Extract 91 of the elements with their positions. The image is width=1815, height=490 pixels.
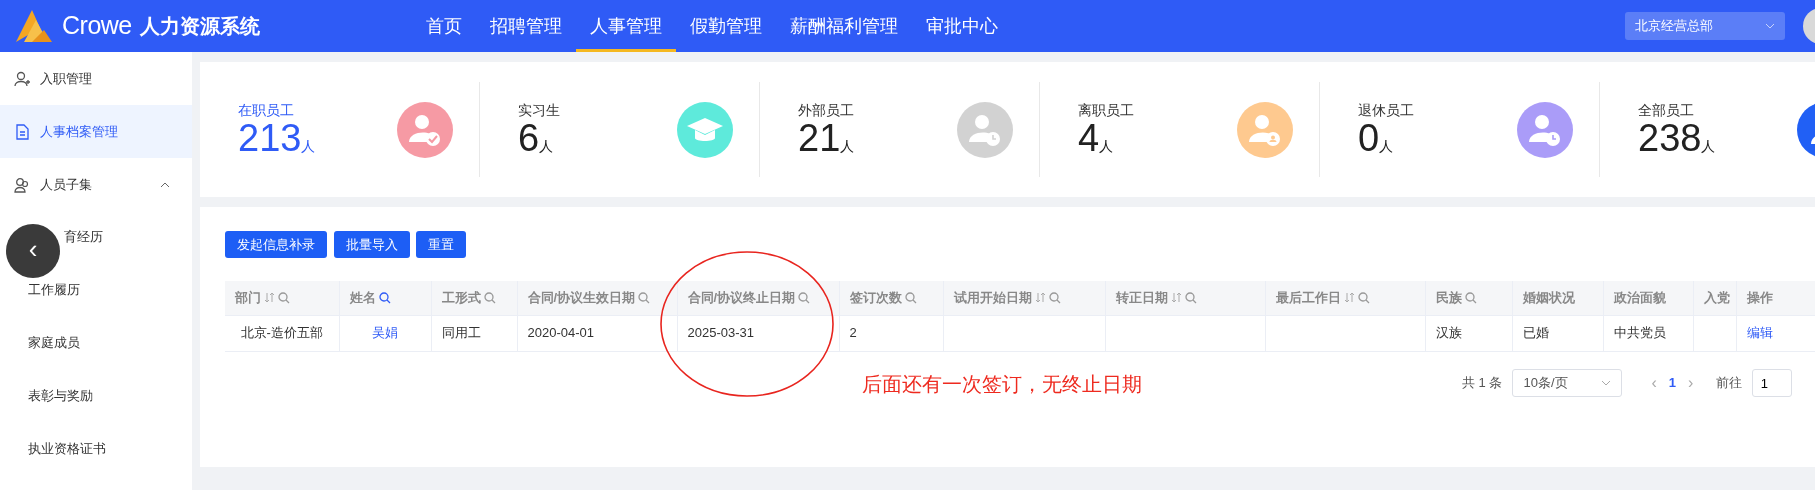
- column-header: 入党: [1703, 289, 1730, 307]
- logo-icon: [14, 8, 54, 44]
- stat-unit: 人: [301, 137, 316, 154]
- column-header: 转正日期: [1115, 289, 1168, 307]
- goto-label: 前往: [1715, 374, 1742, 393]
- stat-label[interactable]: 在职员工: [238, 102, 316, 119]
- sidebar-item[interactable]: 执业资格证书: [28, 437, 106, 461]
- sidebar-item[interactable]: 人事档案管理: [0, 105, 192, 158]
- table-cell: 2: [849, 325, 857, 341]
- nav-tab[interactable]: 假勤管理: [676, 0, 776, 52]
- sidebar-item[interactable]: 人员子集: [0, 158, 192, 211]
- table-link[interactable]: 编辑: [1746, 325, 1773, 341]
- select-value: 北京经营总部: [1635, 17, 1713, 36]
- collapse-button[interactable]: ‹: [6, 224, 60, 278]
- nav-tab[interactable]: 薪酬福利管理: [776, 0, 912, 52]
- page-button[interactable]: 1: [1662, 373, 1683, 393]
- system-title: 人力资源系统: [139, 14, 260, 39]
- search-icon[interactable]: [798, 291, 811, 304]
- table-link[interactable]: 吴娟: [372, 325, 398, 341]
- table-cell: 同用工: [441, 325, 481, 341]
- column-header: 操作: [1746, 289, 1773, 307]
- stat-label[interactable]: 离职员工: [1078, 102, 1134, 119]
- stat-unit: 人: [840, 137, 855, 154]
- sidebar-item[interactable]: 表彰与奖励: [28, 384, 93, 408]
- sidebar-item[interactable]: 育经历: [64, 225, 103, 249]
- column-header: 合同/协议终止日期: [687, 289, 796, 307]
- nav-tab[interactable]: 招聘管理: [476, 0, 576, 52]
- stat-unit: 人: [1099, 137, 1114, 154]
- total-count: 共 1 条: [1462, 374, 1503, 393]
- page-size-select[interactable]: 10条/页: [1512, 369, 1623, 397]
- brand-name: Crowe: [62, 10, 132, 42]
- search-icon[interactable]: [278, 291, 290, 304]
- stat-unit: 人: [1701, 137, 1716, 154]
- chevron-down-icon: [1601, 380, 1612, 386]
- nav-tab[interactable]: 审批中心: [912, 0, 1012, 52]
- search-icon[interactable]: [1464, 291, 1477, 304]
- nav-tab[interactable]: 人事管理: [576, 0, 676, 52]
- column-header: 姓名: [349, 289, 376, 307]
- search-icon[interactable]: [638, 291, 651, 304]
- stat-unit: 人: [1379, 137, 1394, 154]
- table-cell: 已婚: [1522, 325, 1549, 341]
- sort-icon[interactable]: [1034, 292, 1046, 304]
- stat-label[interactable]: 全部员工: [1638, 102, 1716, 119]
- stat-value: 213: [238, 116, 302, 159]
- table-cell: 汉族: [1435, 325, 1462, 341]
- stat-value: 4: [1078, 116, 1100, 159]
- sort-icon[interactable]: [1343, 292, 1355, 304]
- sidebar-item[interactable]: 工作履历: [28, 278, 80, 302]
- column-header: 部门: [235, 289, 261, 307]
- table-cell: 2025-03-31: [687, 325, 754, 341]
- stat-value: 0: [1358, 116, 1380, 159]
- add-info-button[interactable]: 发起信息补录: [225, 231, 327, 258]
- table-cell: 北京-造价五部: [240, 325, 323, 341]
- chevron-down-icon: [1765, 23, 1775, 29]
- sidebar-item[interactable]: 入职管理: [0, 52, 192, 105]
- stat-value: 21: [798, 116, 841, 159]
- reset-button[interactable]: 重置: [416, 231, 466, 258]
- user-plus-icon: [14, 70, 30, 87]
- column-header: 试用开始日期: [953, 289, 1032, 307]
- column-header: 婚姻状况: [1522, 289, 1575, 307]
- stat-value: 238: [1638, 116, 1702, 159]
- search-icon[interactable]: [1048, 291, 1061, 304]
- document-icon: [14, 123, 30, 140]
- sort-icon[interactable]: [264, 292, 275, 304]
- stat-value: 6: [518, 116, 540, 159]
- search-icon[interactable]: [483, 291, 496, 304]
- column-header: 合同/协议生效日期: [527, 289, 636, 307]
- column-header: 工形式: [441, 289, 481, 307]
- nav-tab[interactable]: 首页: [412, 0, 476, 52]
- stat-unit: 人: [539, 137, 554, 154]
- stat-label[interactable]: 退休员工: [1358, 102, 1414, 119]
- search-icon[interactable]: [1357, 291, 1370, 304]
- column-header: 最后工作日: [1275, 289, 1341, 307]
- search-icon[interactable]: [1184, 291, 1197, 304]
- column-header: 民族: [1435, 289, 1462, 307]
- search-icon[interactable]: [378, 291, 391, 304]
- table-cell: 2020-04-01: [527, 325, 594, 341]
- sidebar-item[interactable]: 家庭成员: [28, 331, 80, 355]
- select-value: 10条/页: [1523, 374, 1568, 393]
- search-icon[interactable]: [904, 291, 917, 304]
- stat-label[interactable]: 外部员工: [798, 102, 855, 119]
- table-cell: 中共党员: [1613, 325, 1666, 341]
- import-button[interactable]: 批量导入: [333, 231, 410, 258]
- stat-label[interactable]: 实习生: [518, 102, 560, 119]
- org-select[interactable]: 北京经营总部: [1625, 12, 1785, 40]
- users-icon: [14, 176, 30, 193]
- annotation-text: 后面还有一次签订，无终止日期: [862, 372, 1142, 397]
- column-header: 政治面貌: [1613, 289, 1666, 307]
- sort-icon[interactable]: [1170, 292, 1182, 304]
- column-header: 签订次数: [849, 289, 902, 307]
- page-input[interactable]: 1: [1751, 369, 1792, 397]
